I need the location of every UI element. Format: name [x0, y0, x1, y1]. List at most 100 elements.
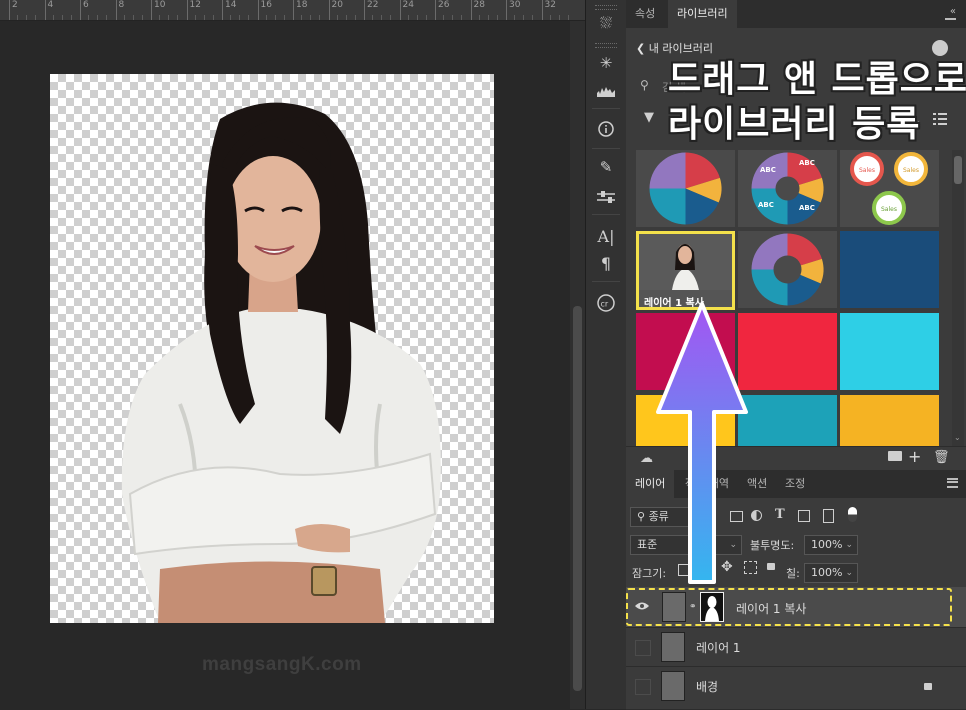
ruler-tick-label: 28 [470, 0, 485, 20]
layer-row-copy[interactable]: ⚭ 레이어 1 복사 [626, 587, 966, 628]
pie-label: ABC [799, 159, 815, 167]
type-filter-icon[interactable]: T [775, 507, 785, 522]
scroll-down-icon[interactable]: ⌄ [954, 433, 961, 442]
layer-mask-thumbnail[interactable] [700, 592, 724, 622]
trash-icon[interactable]: 🗑 [933, 450, 950, 465]
svg-text:cr: cr [601, 300, 609, 309]
library-scrollbar[interactable]: ⌄ [952, 150, 964, 446]
adjustment-filter-icon[interactable] [751, 510, 762, 521]
paint-bucket-icon[interactable]: ⛆ [594, 12, 618, 34]
ruler-minor-tick [390, 15, 391, 20]
ruler-minor-tick [61, 15, 63, 20]
donut-hole [773, 255, 802, 284]
ruler-minor-tick [159, 15, 160, 20]
layer-name[interactable]: 레이어 1 [696, 639, 741, 656]
layer-row-background[interactable]: 배경 [626, 667, 966, 710]
ruler-minor-tick [26, 15, 27, 20]
ruler-minor-tick [70, 15, 72, 20]
visibility-toggle[interactable] [635, 679, 651, 695]
opacity-value: 100% [811, 538, 843, 551]
library-item-pie-chart[interactable] [636, 150, 735, 227]
ruler-minor-tick [443, 15, 444, 20]
visibility-toggle[interactable] [635, 640, 651, 656]
overlay-title-line2: 라이브러리 등록 [668, 104, 921, 145]
ruler-tick-label: 30 [505, 0, 521, 20]
canvas-vertical-scrollbar[interactable] [570, 21, 585, 709]
ruler-minor-tick [97, 15, 98, 20]
library-item-layer-copy[interactable]: 레이어 1 복사 [636, 231, 735, 310]
add-content-icon[interactable]: + [908, 447, 921, 466]
ruler-tick-label: 20 [328, 0, 343, 20]
brush-settings-icon[interactable]: ✎ [594, 156, 618, 178]
sales-label: Sales [881, 206, 897, 213]
ruler-tick-label: 8 [115, 0, 125, 20]
ruler-minor-tick [523, 15, 524, 20]
panel-menu-icon[interactable] [947, 478, 958, 488]
scrollbar-thumb[interactable] [573, 306, 582, 691]
list-view-icon[interactable] [933, 113, 947, 125]
smart-object-filter-icon[interactable] [823, 509, 834, 523]
panel-grip[interactable] [595, 5, 617, 10]
ruler-minor-tick [141, 15, 143, 20]
ruler-minor-tick [372, 15, 373, 20]
panel-menu-icon[interactable] [945, 18, 956, 20]
layer-name[interactable]: 배경 [696, 678, 718, 695]
pie-label: ABC [799, 204, 815, 212]
new-folder-icon[interactable] [888, 451, 902, 461]
ruler-minor-tick [549, 15, 551, 20]
chevron-left-icon: ❮ [636, 42, 646, 55]
fill-field[interactable]: 100% ⌄ [804, 563, 858, 583]
library-item-color-orange[interactable] [840, 395, 939, 446]
cloud-sync-icon[interactable]: ☁ [640, 451, 653, 466]
adjustment-sliders-icon[interactable] [594, 186, 618, 208]
horizontal-ruler: 2 4 6 8 10 12 14 16 18 20 22 24 26 28 30 32 [0, 0, 585, 21]
scrollbar-thumb[interactable] [954, 156, 962, 184]
ruler-tick-label: 14 [221, 0, 237, 20]
library-item-ring-chart[interactable] [738, 231, 837, 308]
info-icon[interactable] [594, 118, 618, 140]
library-item-donut-chart[interactable]: ABC ABC ABC ABC [738, 150, 837, 227]
ruler-minor-tick [496, 15, 498, 20]
opacity-label: 불투명도: [750, 539, 795, 552]
pie-label: ABC [758, 201, 774, 209]
ruler-minor-tick [132, 15, 134, 20]
library-item-color-teal[interactable] [738, 395, 837, 446]
tab-libraries[interactable]: 라이브러리 [668, 0, 737, 28]
shape-filter-icon[interactable] [798, 510, 810, 522]
ruler-minor-tick [461, 15, 462, 20]
filter-toggle-icon[interactable] [848, 507, 857, 522]
ruler-minor-tick [177, 15, 178, 20]
layer-row-layer1[interactable]: 레이어 1 [626, 628, 966, 667]
tab-adjustments[interactable]: 조정 [776, 470, 814, 498]
creative-cloud-icon[interactable]: cr [594, 292, 618, 314]
collapse-icon[interactable]: « [950, 6, 956, 17]
filter-icon[interactable]: ▼ [644, 110, 654, 125]
library-item-sales-rings[interactable]: Sales Sales Sales [840, 150, 939, 227]
opacity-field[interactable]: 100% ⌄ [804, 535, 858, 555]
library-panel-tabs: 속성 라이브러리 « [626, 0, 966, 28]
ruler-tick-label: 4 [44, 0, 54, 20]
ruler-minor-tick [274, 15, 276, 20]
panel-grip[interactable] [595, 43, 617, 48]
library-item-color-navy[interactable] [840, 231, 939, 308]
eye-icon[interactable] [635, 600, 649, 614]
navigator-icon[interactable]: ✳ [594, 52, 618, 74]
ruler-minor-tick [35, 15, 36, 20]
character-icon[interactable]: A| [594, 225, 618, 247]
document-canvas[interactable] [50, 74, 494, 623]
layer-name[interactable]: 레이어 1 복사 [736, 600, 806, 617]
ruler-minor-tick [478, 15, 480, 20]
ruler-tick-label: 32 [541, 0, 556, 20]
tab-properties[interactable]: 속성 [626, 0, 664, 28]
ruler-minor-tick [567, 15, 569, 20]
ruler-tick-label: 22 [363, 0, 379, 20]
library-item-color-cyan[interactable] [840, 313, 939, 390]
lock-all-icon[interactable] [767, 563, 775, 570]
paragraph-icon[interactable]: ¶ [594, 252, 618, 274]
histogram-icon[interactable] [594, 80, 618, 102]
ruler-minor-tick [416, 15, 418, 20]
layer-thumbnail [661, 632, 685, 662]
library-item-color-red[interactable] [738, 313, 837, 390]
layer-thumbnail [639, 234, 732, 290]
chain-link-icon[interactable]: ⚭ [689, 602, 697, 612]
